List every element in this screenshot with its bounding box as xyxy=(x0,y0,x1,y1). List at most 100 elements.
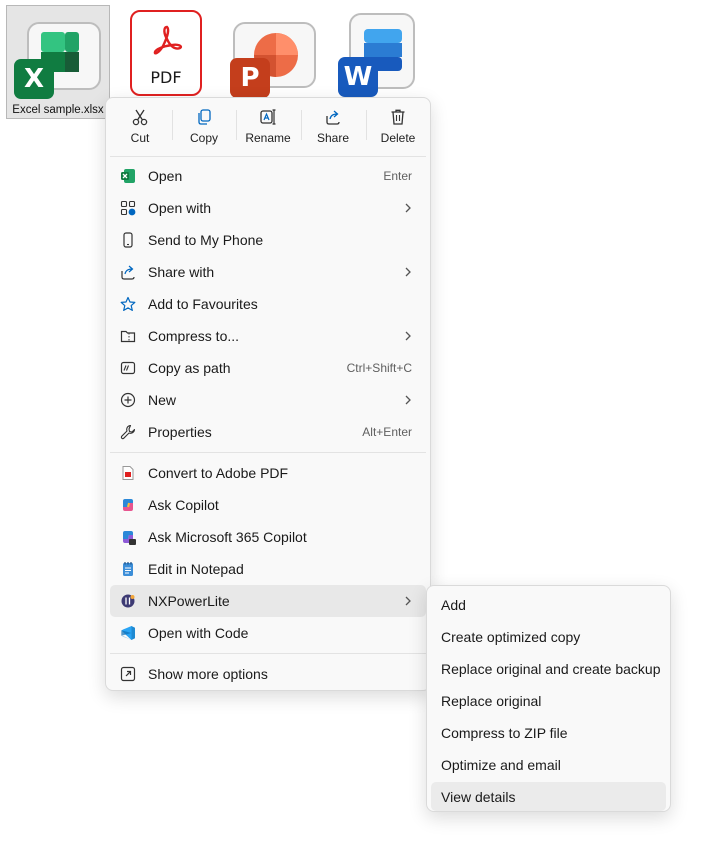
menu-item-edit-in-notepad[interactable]: Edit in Notepad xyxy=(110,553,426,585)
menu-item-label: Compress to... xyxy=(148,328,240,344)
context-toolbar: Cut Copy Rename Share Delete xyxy=(106,98,430,156)
nxpowerlite-submenu: Add Create optimized copy Replace origin… xyxy=(426,585,671,812)
menu-divider xyxy=(110,452,426,453)
menu-item-label: Edit in Notepad xyxy=(148,561,244,577)
submenu-item-create-optimized-copy[interactable]: Create optimized copy xyxy=(431,622,666,651)
notepad-icon xyxy=(123,562,133,576)
menu-item-label: Send to My Phone xyxy=(148,232,264,248)
menu-item-nxpowerlite[interactable]: NXPowerLite xyxy=(110,585,426,617)
vscode-icon xyxy=(121,626,135,640)
menu-item-ask-copilot[interactable]: Ask Copilot xyxy=(110,489,426,521)
plus-circle-icon xyxy=(120,392,136,408)
submenu-item-optimize-email[interactable]: Optimize and email xyxy=(431,750,666,779)
submenu-item-label: Add xyxy=(441,596,466,613)
menu-item-ask-m365-copilot[interactable]: Ask Microsoft 365 Copilot xyxy=(110,521,426,553)
menu-item-convert-to-pdf[interactable]: Convert to Adobe PDF xyxy=(110,457,426,489)
word-file-tile[interactable]: W xyxy=(336,13,416,99)
chevron-right-icon xyxy=(405,395,411,405)
trash-icon xyxy=(391,109,405,125)
nxpowerlite-icon xyxy=(121,594,135,608)
adobe-pdf-icon xyxy=(122,466,134,480)
menu-item-label: Share with xyxy=(148,264,215,280)
menu-item-open-with[interactable]: Open with xyxy=(110,192,426,224)
star-icon xyxy=(120,296,136,311)
phone-icon xyxy=(123,232,133,248)
submenu-item-label: View details xyxy=(441,788,516,805)
pdf-file-icon xyxy=(153,25,183,55)
menu-item-label: New xyxy=(148,392,177,408)
menu-item-label: Ask Copilot xyxy=(148,497,219,513)
submenu-item-compress-zip[interactable]: Compress to ZIP file xyxy=(431,718,666,747)
delete-button[interactable]: Delete xyxy=(367,104,429,152)
cut-button[interactable]: Cut xyxy=(109,104,171,152)
more-options-icon xyxy=(120,666,136,682)
pdf-file-tile[interactable]: PDF xyxy=(130,10,202,98)
menu-divider xyxy=(110,653,426,654)
copy-button[interactable]: Copy xyxy=(173,104,235,152)
share-with-icon xyxy=(121,265,135,280)
powerpoint-badge: P xyxy=(230,58,270,98)
menu-item-label: Copy as path xyxy=(148,360,231,376)
open-with-icon xyxy=(120,200,136,216)
shortcut-label: Ctrl+Shift+C xyxy=(346,361,412,375)
menu-item-open[interactable]: Open Enter xyxy=(110,160,426,192)
share-icon xyxy=(326,110,340,125)
rename-button[interactable]: Rename xyxy=(237,104,299,152)
submenu-item-label: Replace original and create backup xyxy=(441,660,661,677)
wrench-icon xyxy=(120,424,136,440)
submenu-item-label: Create optimized copy xyxy=(441,628,581,645)
excel-badge: X xyxy=(14,59,54,99)
menu-item-label: Open with Code xyxy=(148,625,249,641)
share-button[interactable]: Share xyxy=(302,104,364,152)
path-icon xyxy=(120,361,136,375)
delete-label: Delete xyxy=(380,131,416,145)
excel-file-tile[interactable]: X Excel sample.xlsx xyxy=(6,5,110,119)
zip-folder-icon xyxy=(120,330,136,343)
menu-item-label: Ask Microsoft 365 Copilot xyxy=(148,529,307,545)
submenu-item-label: Compress to ZIP file xyxy=(441,724,568,741)
submenu-item-view-details[interactable]: View details xyxy=(431,782,666,811)
menu-item-properties[interactable]: Properties Alt+Enter xyxy=(110,416,426,448)
chevron-right-icon xyxy=(405,203,411,213)
pdf-badge: PDF xyxy=(150,68,182,87)
m365-copilot-icon xyxy=(123,531,136,545)
chevron-right-icon xyxy=(405,331,411,341)
menu-item-send-to-phone[interactable]: Send to My Phone xyxy=(110,224,426,256)
scissors-icon xyxy=(132,109,148,126)
copilot-icon xyxy=(123,499,133,511)
menu-item-compress-to[interactable]: Compress to... xyxy=(110,320,426,352)
shortcut-label: Enter xyxy=(383,169,412,183)
file-name-label: Excel sample.xlsx xyxy=(12,104,104,116)
shortcut-label: Alt+Enter xyxy=(362,425,412,439)
copy-icon xyxy=(198,109,211,125)
menu-item-label: Convert to Adobe PDF xyxy=(148,465,289,481)
submenu-item-label: Replace original xyxy=(441,692,542,709)
menu-item-label: Open with xyxy=(148,200,212,216)
chevron-right-icon xyxy=(405,596,411,606)
menu-item-copy-as-path[interactable]: Copy as path Ctrl+Shift+C xyxy=(110,352,426,384)
menu-item-label: NXPowerLite xyxy=(148,593,230,609)
excel-app-icon xyxy=(121,169,135,183)
submenu-item-label: Optimize and email xyxy=(441,756,561,773)
menu-item-label: Add to Favourites xyxy=(148,296,258,312)
word-badge: W xyxy=(338,57,378,97)
powerpoint-file-tile[interactable]: P xyxy=(228,20,318,100)
rename-label: Rename xyxy=(245,131,291,145)
menu-item-show-more-options[interactable]: Show more options xyxy=(110,658,426,690)
menu-item-label: Show more options xyxy=(148,666,268,682)
menu-item-new[interactable]: New xyxy=(110,384,426,416)
submenu-item-replace-and-backup[interactable]: Replace original and create backup xyxy=(431,654,666,683)
cut-label: Cut xyxy=(130,131,150,145)
menu-item-add-to-favourites[interactable]: Add to Favourites xyxy=(110,288,426,320)
menu-item-label: Properties xyxy=(148,424,212,440)
share-label: Share xyxy=(316,131,350,145)
menu-item-open-with-code[interactable]: Open with Code xyxy=(110,617,426,649)
copy-label: Copy xyxy=(189,131,218,145)
menu-divider xyxy=(110,156,426,157)
menu-item-share-with[interactable]: Share with xyxy=(110,256,426,288)
submenu-item-replace-original[interactable]: Replace original xyxy=(431,686,666,715)
menu-item-label: Open xyxy=(148,168,183,184)
chevron-right-icon xyxy=(405,267,411,277)
context-menu: Cut Copy Rename Share Delete Open Enter … xyxy=(105,97,431,691)
submenu-item-add[interactable]: Add xyxy=(431,590,666,619)
